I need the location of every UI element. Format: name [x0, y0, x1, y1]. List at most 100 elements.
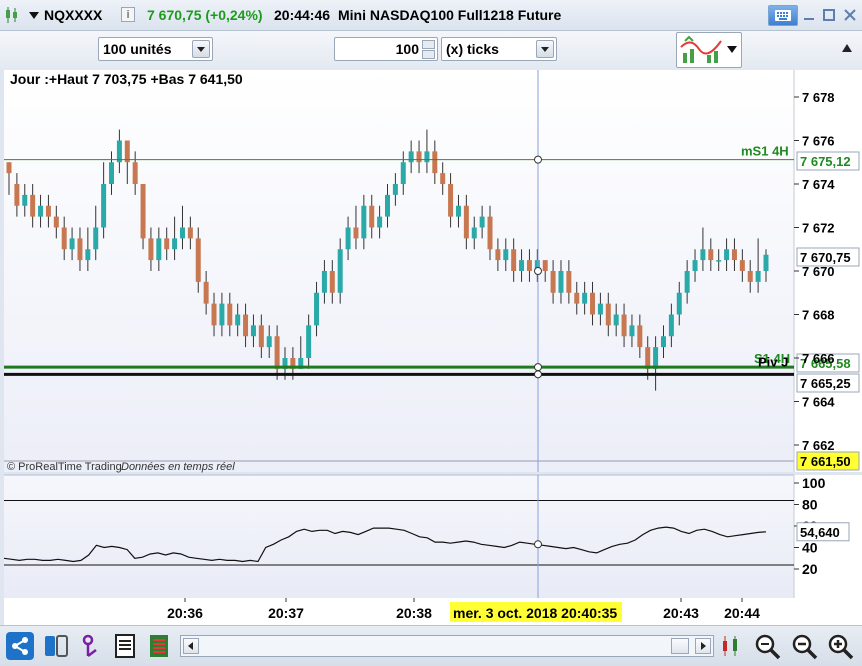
candle-body [6, 162, 12, 174]
close-icon[interactable] [843, 8, 857, 22]
candle-body [77, 238, 83, 261]
candle-body [400, 162, 406, 184]
y-tick-label: 7 664 [802, 395, 835, 410]
candle-body [109, 162, 115, 184]
chevron-down-icon[interactable] [192, 40, 210, 58]
candle-body [148, 238, 154, 261]
scroll-left-icon[interactable] [183, 638, 199, 654]
minimize-icon[interactable] [802, 8, 816, 22]
crosshair-marker [534, 363, 542, 372]
dropdown-arrow-icon[interactable] [29, 12, 39, 19]
candle-body [479, 216, 485, 228]
candle-body [164, 238, 170, 250]
bottom-toolbar [0, 625, 862, 666]
candle-body [503, 249, 509, 261]
y-tick-label: 20 [802, 561, 818, 577]
price-plot-area[interactable] [4, 70, 794, 472]
units-select[interactable]: 100 unités [98, 37, 213, 61]
y-tick-label: 7 672 [802, 221, 835, 236]
candle-body [566, 271, 572, 293]
chevron-down-icon[interactable] [536, 40, 554, 58]
candle-body [22, 194, 28, 206]
candle-body [463, 205, 469, 239]
candle-body [369, 205, 375, 228]
candle-body [179, 227, 185, 239]
candle-body [250, 325, 256, 337]
candle-body [676, 292, 682, 315]
crosshair-marker [534, 540, 542, 549]
cursor-date-label: mer. 3 oct. 2018 20:40:35 [453, 605, 617, 621]
layout-icon[interactable] [42, 632, 70, 660]
stepper-down-icon[interactable] [422, 50, 435, 59]
candle-body [377, 216, 383, 228]
candle-body [61, 227, 67, 250]
candle-body [187, 227, 193, 239]
candle-body [590, 292, 596, 315]
indicator-value-tag: 54,640 [796, 522, 850, 542]
zoom-in-icon[interactable] [826, 632, 856, 662]
data-notice: Données en temps réel [121, 461, 235, 473]
horizontal-scrollbar[interactable] [180, 635, 714, 657]
candle-body [613, 314, 619, 326]
quantity-stepper[interactable]: 100 [334, 37, 438, 61]
y-tick-label: 100 [802, 475, 826, 491]
candle-body [227, 303, 233, 326]
indicator-chart[interactable]: 1008060402054,640 20:3620:3720:3820:4320… [0, 474, 862, 625]
keyboard-button[interactable] [768, 5, 798, 26]
candle-body [558, 271, 564, 293]
price-chart[interactable]: mS1 4HS1 4HPiv J7 675,127 670,757 665,58… [0, 70, 862, 474]
candle-body [124, 140, 130, 163]
share-button[interactable] [6, 632, 34, 660]
candle-body [653, 347, 659, 369]
candle-body [321, 271, 327, 293]
indicators-button[interactable] [676, 32, 742, 68]
x-tick-label: 20:36 [167, 605, 203, 621]
stepper-up-icon[interactable] [422, 40, 435, 49]
quantity-value: 100 [395, 41, 419, 57]
candle-body [219, 303, 225, 326]
candle-body [755, 271, 761, 282]
candle-body [684, 271, 690, 293]
candle-body [700, 249, 706, 261]
candle-body [361, 205, 367, 239]
maximize-icon[interactable] [822, 8, 836, 22]
candle-body [172, 238, 178, 250]
candle-body [668, 314, 674, 337]
price-change-label: 7 670,75 (+0,24%) [147, 7, 263, 23]
candle-body [408, 151, 414, 163]
scroll-thumb[interactable] [671, 638, 689, 654]
candle-body [140, 184, 146, 239]
info-icon[interactable]: i [121, 7, 135, 22]
candle-body [645, 347, 651, 369]
indicator-value-label: 54,640 [800, 525, 840, 540]
object-list-icon[interactable] [112, 632, 140, 660]
crosshair-marker [534, 155, 542, 164]
symbol-label[interactable]: NQXXXX [44, 7, 102, 23]
candle-body [156, 238, 162, 261]
chevron-down-icon[interactable] [727, 46, 737, 53]
ticks-select[interactable]: (x) ticks [441, 37, 557, 61]
candle-body [519, 260, 525, 271]
indicator-list-icon[interactable] [146, 632, 174, 660]
price-tag-label: 7 665,25 [800, 376, 851, 391]
level-label: mS1 4H [741, 144, 789, 159]
scroll-right-icon[interactable] [695, 638, 711, 654]
y-tick-label: 80 [802, 497, 818, 513]
keyboard-icon [775, 10, 791, 21]
vertical-scroll-up[interactable] [836, 32, 858, 68]
price-tag: 7 675,12 [796, 151, 860, 171]
drawing-tools-icon[interactable] [78, 632, 106, 660]
chart-type-icon[interactable] [718, 632, 744, 660]
zoom-auto-icon[interactable] [753, 632, 783, 662]
candle-body [258, 325, 264, 348]
price-tag-label: 7 670,75 [800, 250, 851, 265]
y-tick-label: 7 670 [802, 264, 835, 279]
candle-body [448, 184, 454, 217]
zoom-out-icon[interactable] [790, 632, 820, 662]
candle-body [195, 238, 201, 282]
y-tick-label: 7 666 [802, 351, 835, 366]
indicators-icon [680, 35, 722, 63]
indicator-plot-area[interactable] [4, 475, 794, 598]
candle-body [30, 194, 36, 217]
candle-body [526, 260, 532, 271]
